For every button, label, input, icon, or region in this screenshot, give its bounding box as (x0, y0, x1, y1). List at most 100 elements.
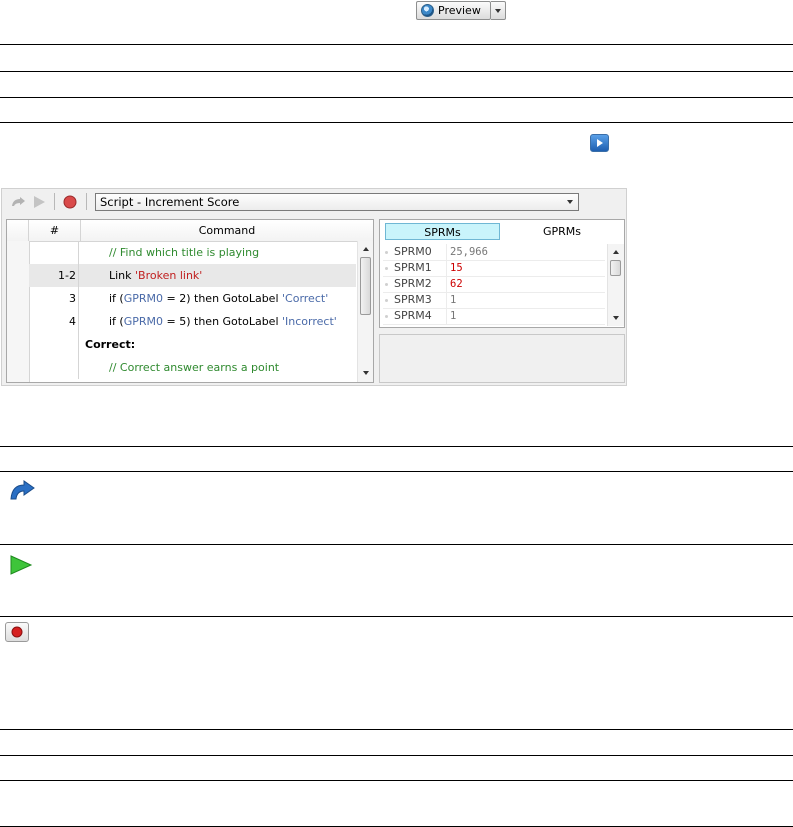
command-token: // Find which title is playing (109, 246, 260, 259)
bullet-icon (385, 267, 388, 270)
register-name: SPRM1 (394, 261, 432, 274)
command-token: if ( (109, 315, 124, 328)
row-number (29, 356, 79, 379)
command-grid: # Command // Find which title is playing… (6, 219, 374, 383)
chevron-down-icon (567, 200, 573, 204)
command-token: GPRM0 (123, 292, 164, 305)
register-name: SPRM3 (394, 293, 432, 306)
register-value: 1 (450, 294, 457, 306)
table-row[interactable]: 3 if (GPRM0 = 2) then GotoLabel 'Correct' (29, 287, 356, 310)
column-divider (446, 244, 447, 260)
table-row[interactable]: // Find which title is playing (29, 241, 356, 264)
command-token: // Correct answer earns a point (109, 361, 280, 374)
rule-line (0, 616, 793, 617)
toolbar-separator (54, 193, 55, 210)
command-token: 'Incorrect' (282, 315, 337, 328)
register-value: 15 (450, 262, 463, 274)
rule-line (0, 122, 793, 123)
stop-icon (5, 622, 29, 642)
register-row[interactable]: SPRM3 1 (383, 292, 605, 309)
grid-header: # Command (7, 220, 373, 242)
scroll-down-icon[interactable] (363, 371, 369, 375)
row-number: 4 (29, 310, 79, 333)
bullet-icon (385, 283, 388, 286)
register-row[interactable]: SPRM1 15 (383, 260, 605, 277)
debugger-panel: Script - Increment Score # Command // Fi… (1, 188, 627, 386)
register-value: 62 (450, 278, 463, 290)
run-icon (10, 555, 33, 575)
registers-panel: SPRMs GPRMs SPRM0 25,966 SPRM1 15 SPRM2 62 SPR… (379, 219, 625, 328)
command-token: Link (109, 269, 136, 282)
tab-gprms[interactable]: GPRMs (503, 223, 621, 240)
command-token: if ( (109, 292, 124, 305)
rule-line (0, 97, 793, 98)
command-token: GPRM0 (123, 315, 164, 328)
tab-sprms[interactable]: SPRMs (385, 223, 500, 240)
row-number (29, 333, 79, 356)
row-number: 3 (29, 287, 79, 310)
table-row[interactable]: // Correct answer earns a point (29, 356, 356, 379)
register-detail-box (379, 334, 625, 383)
step-over-icon (10, 480, 35, 500)
column-divider (446, 276, 447, 292)
register-name: SPRM0 (394, 245, 432, 258)
scroll-up-icon[interactable] (363, 247, 369, 251)
command-column-header[interactable]: Command (81, 220, 373, 241)
column-divider (446, 308, 447, 324)
bullet-icon (385, 299, 388, 302)
scroll-up-icon[interactable] (613, 250, 619, 254)
stop-icon[interactable] (63, 195, 77, 209)
rule-line (0, 71, 793, 72)
grid-scrollbar[interactable] (357, 241, 373, 382)
table-row[interactable]: 1-2 Link 'Broken link' (29, 264, 356, 287)
column-divider (446, 292, 447, 308)
column-divider (446, 260, 447, 276)
row-command: // Find which title is playing (109, 241, 259, 264)
bullet-icon (385, 251, 388, 254)
table-row[interactable]: 4 if (GPRM0 = 5) then GotoLabel 'Incorrec… (29, 310, 356, 333)
scroll-thumb[interactable] (360, 257, 371, 315)
scroll-down-icon[interactable] (613, 316, 619, 320)
chevron-down-icon (495, 8, 501, 13)
rule-line (0, 544, 793, 545)
row-number: 1-2 (29, 264, 79, 287)
breakpoint-gutter[interactable] (7, 241, 30, 382)
gutter-header (7, 220, 29, 241)
preview-dropdown-button[interactable] (491, 1, 506, 20)
table-row[interactable]: Correct: (29, 333, 356, 356)
rule-line (0, 471, 793, 472)
register-row[interactable]: SPRM0 25,966 (383, 244, 605, 261)
rule-line (0, 446, 793, 447)
register-value: 1 (450, 310, 457, 322)
script-select-value: Script - Increment Score (100, 195, 240, 209)
register-name: SPRM4 (394, 309, 432, 322)
row-command: if (GPRM0 = 2) then GotoLabel 'Correct' (109, 287, 328, 310)
script-select[interactable]: Script - Increment Score (95, 193, 579, 211)
row-command: // Correct answer earns a point (109, 356, 279, 379)
row-command: Correct: (85, 338, 136, 351)
command-token: = 5) then GotoLabel (163, 315, 283, 328)
toolbar-separator (86, 193, 87, 210)
row-command: if (GPRM0 = 5) then GotoLabel 'Incorrect… (109, 310, 337, 333)
rule-line (0, 44, 793, 45)
register-name: SPRM2 (394, 277, 432, 290)
registers-scrollbar[interactable] (607, 244, 624, 326)
play-blue-icon[interactable] (590, 134, 609, 152)
rule-line (0, 755, 793, 756)
row-number (29, 241, 79, 264)
step-over-icon[interactable] (10, 196, 26, 208)
num-column-header[interactable]: # (29, 220, 81, 241)
row-command: Link 'Broken link' (109, 264, 202, 287)
scroll-thumb[interactable] (610, 260, 621, 276)
rule-line (0, 729, 793, 730)
preview-label: Preview (438, 4, 481, 17)
command-token: 'Broken link' (135, 269, 203, 282)
run-icon[interactable] (32, 195, 46, 209)
command-token: = 2) then GotoLabel (163, 292, 283, 305)
register-row[interactable]: SPRM2 62 (383, 276, 605, 293)
register-value: 25,966 (450, 246, 488, 258)
rule-line (0, 780, 793, 781)
bullet-icon (385, 315, 388, 318)
preview-button[interactable]: Preview (416, 1, 491, 20)
register-row[interactable]: SPRM4 1 (383, 308, 605, 325)
